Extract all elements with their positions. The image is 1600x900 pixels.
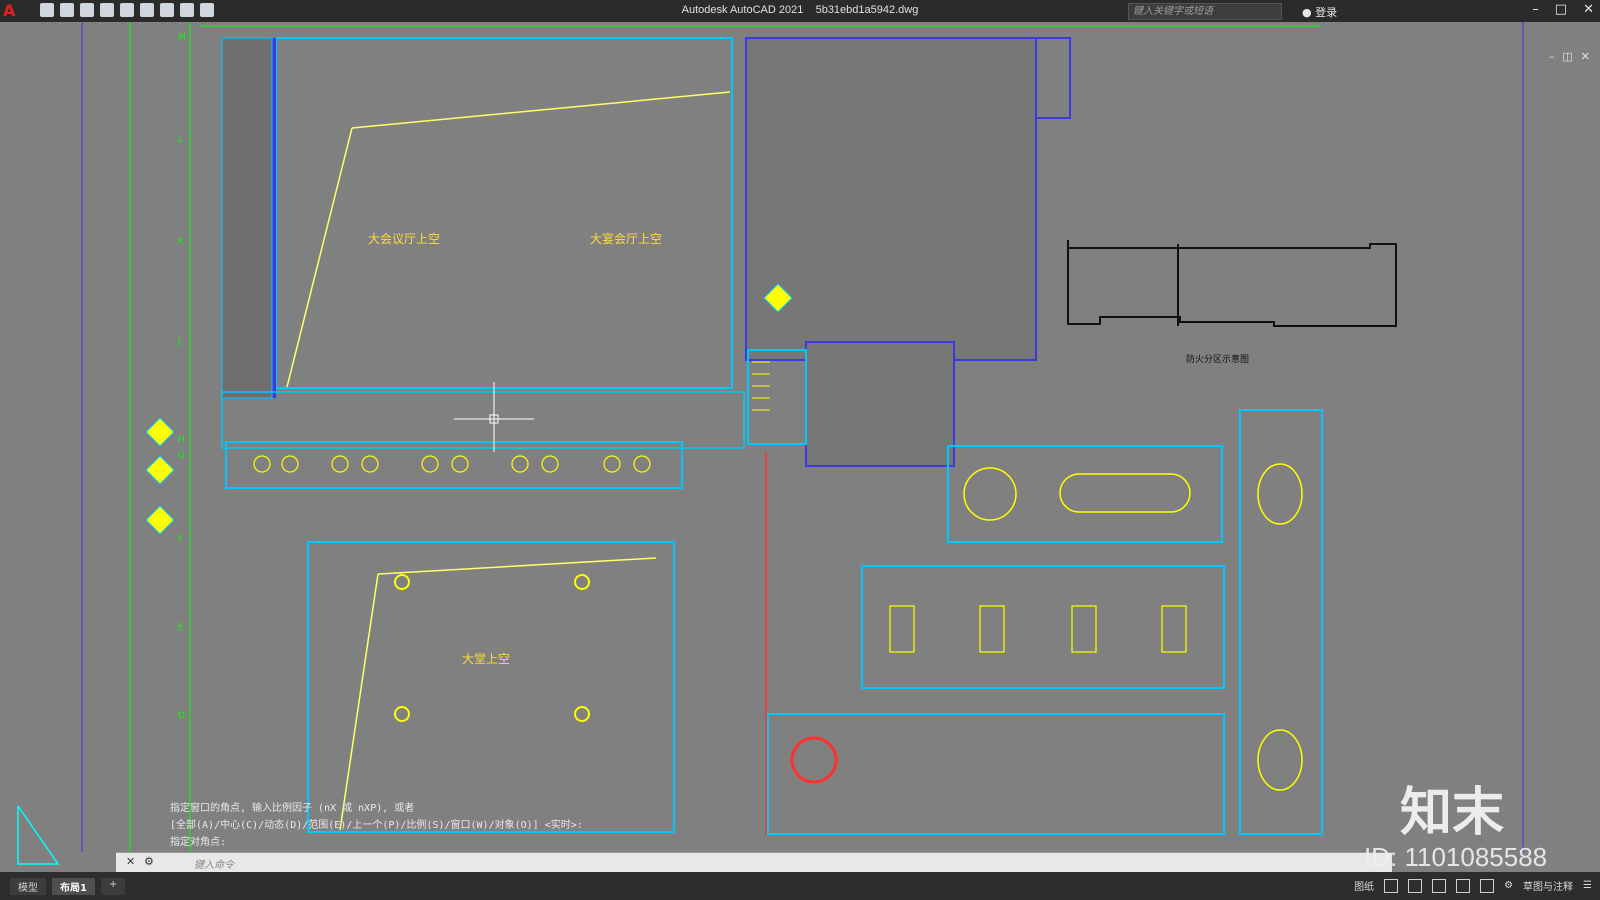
app-title: Autodesk AutoCAD 2021 (681, 4, 804, 16)
login-button[interactable]: ● 登录 (1302, 4, 1337, 20)
grid-label: M (178, 33, 186, 43)
command-line[interactable]: ✕ ⚙ 键入命令 (116, 852, 1392, 873)
command-close-icon[interactable]: ✕ (126, 855, 135, 868)
minimize-icon[interactable]: – (1532, 2, 1539, 17)
viewport-controls: – ◫ ✕ (1549, 50, 1590, 63)
add-layout-button[interactable]: + (100, 878, 126, 895)
grid-label: D (178, 711, 185, 721)
snap-icon[interactable] (1384, 878, 1399, 893)
label-meeting-hall: 大会议厅上空 (368, 232, 440, 246)
login-label: 登录 (1315, 6, 1338, 19)
osnap-icon[interactable] (1432, 878, 1447, 893)
label-banquet-hall: 大宴会厅上空 (590, 231, 662, 246)
close-icon[interactable]: ✕ (1583, 2, 1594, 17)
command-input[interactable]: 键入命令 (194, 856, 234, 871)
label-lobby: 大堂上空 (462, 652, 510, 666)
viewport-minimize-icon[interactable]: – (1549, 50, 1555, 63)
command-history-line: 指定对角点: (170, 837, 227, 848)
grid-label: J (177, 337, 181, 347)
window-title: Autodesk AutoCAD 2021 5b31ebd1a5942.dwg (0, 4, 1600, 16)
customize-icon[interactable]: ☰ (1583, 880, 1592, 891)
user-icon: ● (1302, 6, 1312, 19)
layout-tabs: 模型 布局1 + (10, 878, 126, 895)
workspace-gear-icon[interactable]: ⚙ (1504, 880, 1513, 891)
grid-label: F (178, 535, 183, 545)
polar-icon[interactable] (1408, 878, 1423, 893)
title-bar: A Autodesk AutoCAD 2021 5b31ebd1a5942.dw… (0, 0, 1600, 22)
command-history-line: 指定窗口的角点, 输入比例因子 (nX 或 nXP), 或者 (170, 803, 415, 814)
grid-label: E (178, 623, 184, 633)
tab-model[interactable]: 模型 (10, 878, 46, 895)
lineweight-icon[interactable] (1456, 878, 1471, 893)
viewport-close-icon[interactable]: ✕ (1581, 50, 1590, 63)
label-fire-zone: 防火分区示意图 (1186, 353, 1249, 365)
grid-label: K (178, 237, 185, 247)
watermark-logo: 知末 (1400, 783, 1505, 843)
command-history: 指定窗口的角点, 输入比例因子 (nX 或 nXP), 或者 [全部(A)/中心… (170, 800, 583, 851)
viewport-restore-icon[interactable]: ◫ (1562, 50, 1572, 63)
grid-label: G (178, 451, 185, 461)
status-tools: 图纸 ⚙ 草图与注释 ☰ (1354, 878, 1592, 893)
drawing-canvas[interactable]: 大会议厅上空 大宴会厅上空 大堂上空 防火分区示意图 M L K J H G F… (0, 22, 1600, 872)
command-history-line: [全部(A)/中心(C)/动态(D)/范围(E)/上一个(P)/比例(S)/窗口… (170, 820, 583, 831)
grid-label: L (178, 135, 183, 145)
command-settings-icon[interactable]: ⚙ (144, 855, 154, 868)
selection-cycling-icon[interactable] (1480, 878, 1495, 893)
maximize-icon[interactable]: □ (1555, 2, 1567, 17)
ucs-icon (14, 804, 60, 872)
search-input[interactable]: 键入关键字或短语 (1128, 3, 1282, 20)
file-name: 5b31ebd1a5942.dwg (815, 4, 919, 16)
status-bar: 模型 布局1 + 图纸 ⚙ 草图与注释 ☰ (0, 872, 1600, 900)
tab-layout1[interactable]: 布局1 (52, 878, 95, 895)
workspace-switch[interactable]: 草图与注释 (1523, 878, 1573, 893)
window-controls: – □ ✕ (1532, 2, 1594, 17)
watermark-id: ID: 1101085588 (1364, 842, 1548, 872)
paper-space-toggle[interactable]: 图纸 (1354, 878, 1374, 893)
floor-plan-drawing: 大会议厅上空 大宴会厅上空 大堂上空 防火分区示意图 M L K J H G F… (81, 22, 1524, 852)
grid-label: H (178, 435, 185, 445)
